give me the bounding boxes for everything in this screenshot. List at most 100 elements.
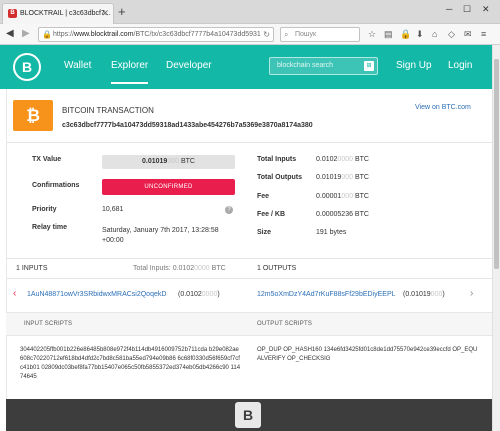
blockchain-search-input[interactable]: blockchain search ⊞ bbox=[269, 57, 378, 75]
total-inputs-value: 0.01020000 BTC bbox=[316, 156, 369, 163]
tx-value-label: TX Value bbox=[32, 156, 62, 163]
output-amount-zeros: 000 bbox=[430, 291, 443, 298]
blocktrail-favicon-icon: B bbox=[8, 9, 17, 18]
output-script-text: OP_DUP OP_HASH160 134e6fd3425fd01c8de1dd… bbox=[257, 347, 478, 362]
size-label: Size bbox=[257, 229, 272, 236]
section-divider bbox=[6, 278, 492, 279]
browser-toolbar: ◀ ▶ 🔒 https://www.blocktrail.com/BTC/tx/… bbox=[0, 24, 500, 45]
nav-wallet[interactable]: Wallet bbox=[64, 60, 91, 71]
input-amount-value: 0.0102 bbox=[180, 291, 202, 298]
footer-logo: B bbox=[235, 402, 261, 428]
extension-icon[interactable]: ✉ bbox=[464, 28, 472, 40]
inputs-total: Total Inputs: 0.01020000 BTC bbox=[133, 265, 226, 272]
input-script-text: 304402205ffb001b226e86485b808e972f4b114d… bbox=[20, 347, 241, 380]
scripts-header-bar: INPUT SCRIPTS OUTPUT SCRIPTS bbox=[6, 312, 492, 336]
input-scripts-title: INPUT SCRIPTS bbox=[24, 321, 73, 327]
bitcoin-icon: ₿ bbox=[13, 100, 53, 131]
output-scripts-title: OUTPUT SCRIPTS bbox=[257, 321, 313, 327]
minimize-icon[interactable]: ─ bbox=[446, 4, 452, 14]
new-tab-icon[interactable]: + bbox=[118, 5, 126, 19]
login-link[interactable]: Login bbox=[448, 60, 472, 71]
site-header: B Wallet Explorer Developer blockchain s… bbox=[0, 45, 492, 89]
total-inputs-unit: BTC bbox=[354, 156, 369, 163]
relay-time-value: Saturday, January 7th 2017, 13:28:58 +00… bbox=[102, 227, 219, 244]
input-arrow-icon: ‹ bbox=[13, 288, 17, 299]
search-icon: ⌕ bbox=[284, 30, 289, 39]
priority-value: 10,681 bbox=[102, 206, 124, 213]
url-prefix: https:// bbox=[53, 31, 75, 38]
download-icon[interactable]: ⬇ bbox=[416, 28, 424, 40]
close-tab-icon[interactable]: ✕ bbox=[101, 4, 109, 23]
site-footer: B bbox=[6, 399, 492, 431]
search-button-icon[interactable]: ⊞ bbox=[364, 61, 374, 71]
fee-per-kb-label: Fee / KB bbox=[257, 211, 286, 218]
total-outputs-amount: 0.01019 bbox=[316, 174, 342, 181]
nav-developer[interactable]: Developer bbox=[166, 60, 212, 71]
lock-badge-icon[interactable]: 🔒 bbox=[400, 28, 411, 40]
inputs-total-label: Total Inputs: bbox=[133, 265, 171, 272]
input-amount: (0.01020000) bbox=[178, 291, 220, 298]
blocktrail-logo[interactable]: B bbox=[13, 53, 41, 81]
browser-tab[interactable]: B BLOCKTRAIL | c3c63dbcf7... ✕ bbox=[2, 3, 114, 24]
input-address-link[interactable]: 1AuN48871owVr3SRbidwxMRACsi2QoqekD bbox=[27, 291, 166, 298]
menu-icon[interactable]: ≡ bbox=[481, 28, 486, 40]
home-icon[interactable]: ⌂ bbox=[432, 28, 437, 40]
signup-link[interactable]: Sign Up bbox=[396, 60, 432, 71]
url-host: www.blocktrail.com bbox=[74, 31, 134, 38]
browser-tab-bar: B BLOCKTRAIL | c3c63dbcf7... ✕ + ─ ☐ ✕ bbox=[0, 0, 500, 24]
browser-search-placeholder: Пошук bbox=[295, 31, 317, 38]
tx-value-unit: BTC bbox=[180, 158, 195, 165]
tx-value-zeros: 000 bbox=[167, 158, 180, 165]
total-inputs-label: Total Inputs bbox=[257, 156, 297, 163]
fee-label: Fee bbox=[257, 193, 270, 200]
fee-zeros: 000 bbox=[341, 193, 353, 200]
total-outputs-value: 0.01019000 BTC bbox=[316, 174, 369, 181]
total-inputs-zeros: 0000 bbox=[337, 156, 353, 163]
total-outputs-label: Total Outputs bbox=[257, 174, 302, 181]
star-icon[interactable]: ☆ bbox=[368, 28, 376, 40]
section-divider bbox=[6, 258, 492, 259]
priority-label: Priority bbox=[32, 206, 57, 213]
transaction-hash: c3c63dbcf7777b4a10473dd59318ad1433abe454… bbox=[62, 122, 313, 129]
confirmations-label: Confirmations bbox=[32, 182, 80, 189]
total-outputs-zeros: 000 bbox=[341, 174, 353, 181]
browser-search-field[interactable]: ⌕ Пошук bbox=[280, 27, 360, 42]
inputs-total-unit: BTC bbox=[211, 265, 226, 272]
fee-unit: BTC bbox=[354, 193, 369, 200]
lock-icon: 🔒 bbox=[42, 30, 52, 39]
pocket-icon[interactable]: ◇ bbox=[448, 28, 455, 40]
maximize-icon[interactable]: ☐ bbox=[463, 4, 471, 15]
inputs-header: 1 INPUTS bbox=[16, 265, 48, 272]
page-scrollbar[interactable] bbox=[492, 45, 500, 431]
output-arrow-icon: › bbox=[470, 288, 474, 299]
tab-title: BLOCKTRAIL | c3c63dbcf7... bbox=[20, 10, 111, 17]
address-bar[interactable]: 🔒 https://www.blocktrail.com/BTC/tx/c3c6… bbox=[38, 27, 274, 42]
fee-value: 0.00001000 BTC bbox=[316, 193, 369, 200]
nav-explorer[interactable]: Explorer bbox=[111, 60, 149, 84]
input-amount-zeros: 0000 bbox=[201, 291, 218, 298]
output-address-link[interactable]: 12m5oXmDzY4Ad7rKuF88sFf29bEDiyEEPL bbox=[257, 291, 396, 298]
scrollbar-thumb[interactable] bbox=[494, 59, 499, 269]
close-window-icon[interactable]: ✕ bbox=[482, 4, 490, 15]
url-path: /BTC/tx/c3c63dbcf7777b4a10473dd5931 bbox=[133, 31, 261, 38]
tx-value: 0.01019 bbox=[142, 158, 168, 165]
relay-time-label: Relay time bbox=[32, 224, 68, 231]
outputs-header: 1 OUTPUTS bbox=[257, 265, 297, 272]
output-amount: (0.01019000) bbox=[403, 291, 445, 298]
output-amount-value: 0.01019 bbox=[405, 291, 431, 298]
back-icon[interactable]: ◀ bbox=[6, 28, 14, 40]
transaction-label: BITCOIN TRANSACTION bbox=[62, 106, 154, 115]
inputs-total-zeros: 0000 bbox=[194, 265, 210, 272]
size-value: 191 bytes bbox=[316, 229, 347, 236]
fee-amount: 0.00001 bbox=[316, 193, 342, 200]
section-divider bbox=[6, 142, 492, 143]
reading-list-icon[interactable]: ▤ bbox=[384, 28, 393, 40]
view-on-btc-link[interactable]: View on BTC.com bbox=[415, 104, 471, 111]
tx-value-pill: 0.01019000 BTC bbox=[102, 155, 235, 169]
help-icon[interactable]: ? bbox=[225, 206, 233, 214]
blockchain-search-placeholder: blockchain search bbox=[277, 62, 334, 69]
total-inputs-amount: 0.0102 bbox=[316, 156, 338, 163]
forward-icon[interactable]: ▶ bbox=[22, 28, 30, 40]
total-outputs-unit: BTC bbox=[354, 174, 369, 181]
reload-icon[interactable]: ↻ bbox=[261, 28, 270, 41]
